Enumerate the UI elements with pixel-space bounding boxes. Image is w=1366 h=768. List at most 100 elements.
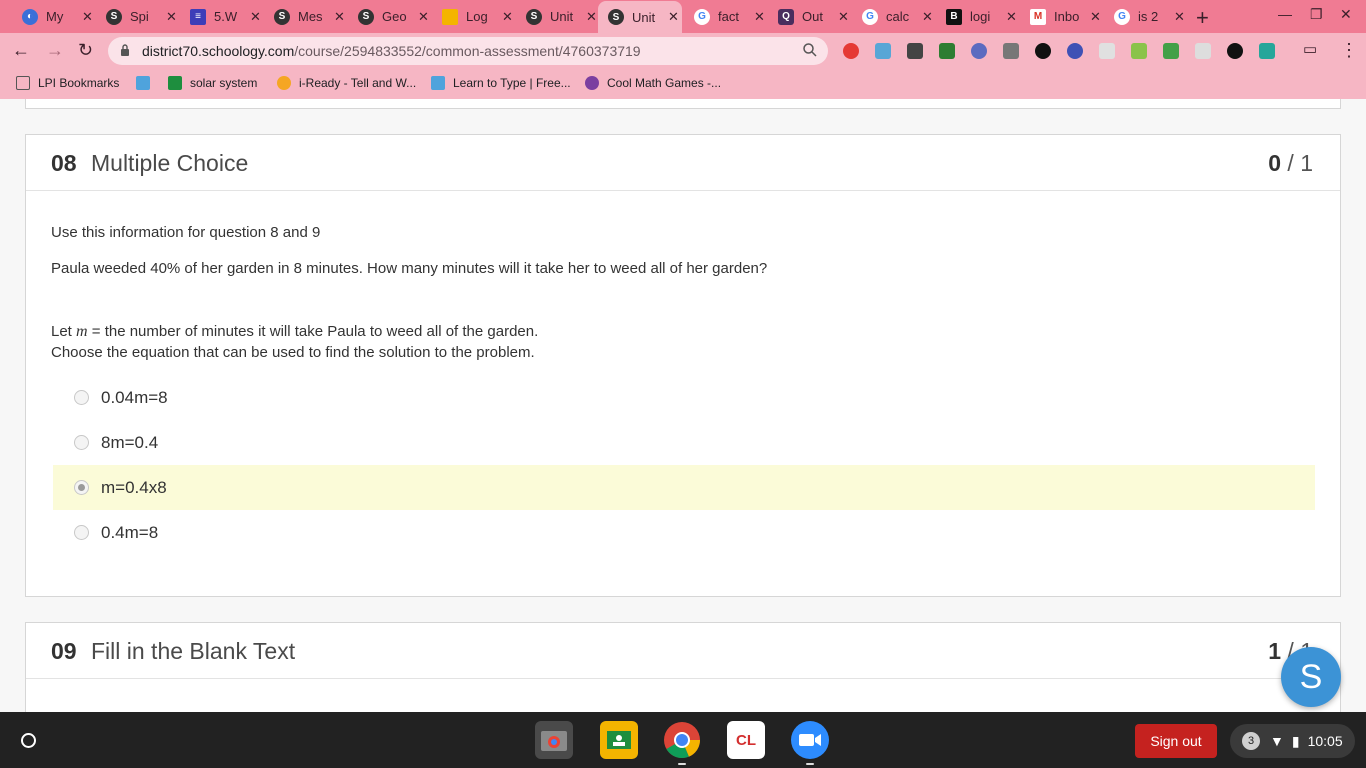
status-tray[interactable]: 3 ▼ ▮ 10:05 bbox=[1230, 724, 1355, 758]
bookmark-item[interactable]: Learn to Type | Free... bbox=[431, 76, 571, 90]
close-icon[interactable]: ✕ bbox=[1174, 9, 1185, 25]
browser-tab[interactable]: B logi ✕ bbox=[936, 4, 1020, 29]
extension-icon[interactable] bbox=[1163, 43, 1179, 59]
battery-icon: ▮ bbox=[1291, 732, 1300, 749]
variable-definition: Let m = the number of minutes it will ta… bbox=[51, 323, 538, 341]
bookmark-item[interactable] bbox=[136, 76, 158, 90]
radio-button[interactable] bbox=[74, 390, 89, 405]
bookmark-folder[interactable]: LPI Bookmarks bbox=[16, 76, 119, 90]
extension-icon[interactable] bbox=[907, 43, 923, 59]
address-bar[interactable]: district70.schoology.com/course/25948335… bbox=[108, 37, 828, 65]
close-icon[interactable]: ✕ bbox=[418, 9, 429, 25]
browser-tab-active[interactable]: S Unit ✕ bbox=[598, 1, 682, 33]
folder-icon bbox=[16, 76, 30, 90]
let-prefix: Let bbox=[51, 323, 77, 340]
bookmark-item[interactable]: i-Ready - Tell and W... bbox=[277, 76, 416, 90]
close-icon[interactable]: ✕ bbox=[586, 9, 597, 25]
reload-icon[interactable]: ↻ bbox=[78, 40, 93, 61]
question-type: Fill in the Blank Text bbox=[91, 638, 296, 664]
close-icon[interactable]: ✕ bbox=[1006, 9, 1017, 25]
classlink-app-icon[interactable]: CL bbox=[727, 721, 765, 759]
browser-tab[interactable]: S Mes ✕ bbox=[264, 4, 348, 29]
extension-icon[interactable] bbox=[1003, 43, 1019, 59]
answer-choice[interactable]: 0.4m=8 bbox=[53, 510, 1315, 555]
question-number: 08 bbox=[51, 150, 77, 176]
new-tab-icon[interactable]: + bbox=[1196, 5, 1209, 31]
extension-icon[interactable] bbox=[939, 43, 955, 59]
answer-choice-selected[interactable]: m=0.4x8 bbox=[53, 465, 1315, 510]
zoom-icon[interactable] bbox=[802, 42, 818, 58]
classroom-app-icon[interactable] bbox=[600, 721, 638, 759]
close-icon[interactable]: ✕ bbox=[754, 9, 765, 25]
answer-choice[interactable]: 0.04m=8 bbox=[53, 375, 1315, 420]
bookmark-label: Learn to Type | Free... bbox=[453, 76, 571, 90]
radio-button-checked[interactable] bbox=[74, 480, 89, 495]
answer-choice[interactable]: 8m=0.4 bbox=[53, 420, 1315, 465]
menu-dots-icon[interactable]: ⋮ bbox=[1340, 40, 1358, 61]
browser-tab[interactable]: G fact ✕ bbox=[684, 4, 768, 29]
close-icon[interactable]: ✕ bbox=[922, 9, 933, 25]
extension-icon[interactable] bbox=[1099, 43, 1115, 59]
extension-icon[interactable] bbox=[875, 43, 891, 59]
zoom-app-icon[interactable] bbox=[791, 721, 829, 765]
chrome-app-icon[interactable] bbox=[663, 721, 701, 765]
files-app-icon[interactable] bbox=[535, 721, 573, 759]
choice-label: 0.04m=8 bbox=[101, 388, 168, 407]
extension-icon[interactable] bbox=[1035, 43, 1051, 59]
question-problem: Paula weeded 40% of her garden in 8 minu… bbox=[51, 260, 768, 277]
close-window-icon[interactable]: ✕ bbox=[1340, 6, 1352, 23]
forward-arrow-icon[interactable]: → bbox=[46, 40, 64, 61]
close-icon[interactable]: ✕ bbox=[502, 9, 513, 25]
cast-icon[interactable]: ▭ bbox=[1303, 40, 1317, 58]
schoology-icon: S bbox=[358, 8, 374, 25]
minimize-icon[interactable]: — bbox=[1278, 6, 1292, 22]
tab-title: is 2 bbox=[1138, 9, 1159, 24]
browser-toolbar: ← → ↻ district70.schoology.com/course/25… bbox=[0, 33, 1366, 69]
extension-icon[interactable] bbox=[1195, 43, 1211, 59]
classroom-icon bbox=[168, 76, 182, 90]
launcher-icon[interactable] bbox=[14, 726, 42, 754]
browser-tab[interactable]: M Inbo ✕ bbox=[1020, 4, 1104, 29]
browser-tab[interactable]: Log ✕ bbox=[432, 4, 516, 29]
quizlet-icon: Q bbox=[778, 8, 794, 25]
t-icon bbox=[431, 76, 445, 90]
browser-tab[interactable]: ≡ 5.W ✕ bbox=[180, 4, 264, 29]
radio-button[interactable] bbox=[74, 525, 89, 540]
extension-icon[interactable] bbox=[1067, 43, 1083, 59]
extension-icon[interactable] bbox=[1259, 43, 1275, 59]
lock-icon bbox=[121, 44, 129, 56]
browser-tab[interactable]: S Unit ✕ bbox=[516, 4, 600, 29]
close-icon[interactable]: ✕ bbox=[334, 9, 345, 25]
browser-tab[interactable]: G is 2 ✕ bbox=[1104, 4, 1188, 29]
schoology-assistant-button[interactable]: S bbox=[1281, 647, 1341, 707]
extension-icon[interactable] bbox=[1131, 43, 1147, 59]
iready-icon bbox=[277, 76, 291, 90]
close-icon[interactable]: ✕ bbox=[250, 9, 261, 25]
close-icon[interactable]: ✕ bbox=[82, 9, 93, 25]
extension-icon[interactable] bbox=[1227, 43, 1243, 59]
sign-out-button[interactable]: Sign out bbox=[1135, 724, 1217, 758]
browser-tab[interactable]: Q Out ✕ bbox=[768, 4, 852, 29]
back-arrow-icon[interactable]: ← bbox=[12, 40, 30, 61]
bookmark-item[interactable]: Cool Math Games -... bbox=[585, 76, 721, 90]
close-icon[interactable]: ✕ bbox=[1090, 9, 1101, 25]
browser-tab[interactable]: S Spi ✕ bbox=[96, 4, 180, 29]
close-icon[interactable]: ✕ bbox=[166, 9, 177, 25]
extension-icon[interactable] bbox=[971, 43, 987, 59]
bookmark-item[interactable]: solar system bbox=[168, 76, 257, 90]
extension-icon[interactable] bbox=[843, 43, 859, 59]
maximize-icon[interactable]: ❐ bbox=[1310, 6, 1323, 23]
browser-tab[interactable]: ◐ My ✕ bbox=[12, 4, 96, 29]
radio-button[interactable] bbox=[74, 435, 89, 450]
question-card-8: 08 Multiple Choice 0 / 1 Use this inform… bbox=[25, 134, 1341, 597]
browser-tab[interactable]: S Geo ✕ bbox=[348, 4, 432, 29]
close-icon[interactable]: ✕ bbox=[668, 9, 679, 25]
wifi-icon: ▼ bbox=[1270, 733, 1284, 749]
close-icon[interactable]: ✕ bbox=[838, 9, 849, 25]
bookmarks-bar: LPI Bookmarks solar system i-Ready - Tel… bbox=[0, 69, 1366, 99]
google-icon: G bbox=[1114, 8, 1130, 25]
page-content: 08 Multiple Choice 0 / 1 Use this inform… bbox=[0, 99, 1366, 712]
browser-tab[interactable]: G calc ✕ bbox=[852, 4, 936, 29]
question-header: 08 Multiple Choice 0 / 1 bbox=[26, 135, 1340, 191]
question-instruction: Choose the equation that can be used to … bbox=[51, 344, 535, 361]
